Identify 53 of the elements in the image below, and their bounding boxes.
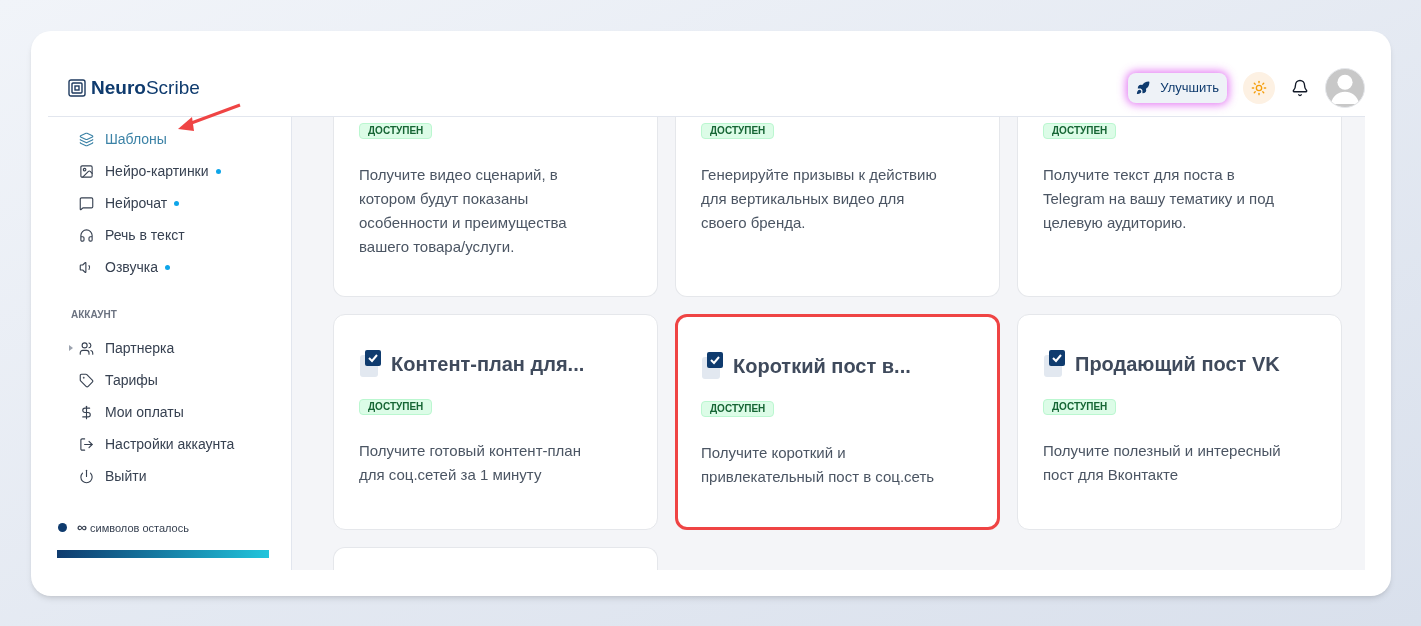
sidebar-item[interactable]: Озвучка (57, 251, 267, 283)
users-icon (79, 340, 94, 356)
dollar-icon (79, 404, 94, 420)
quota-text: ∞ символов осталось (77, 518, 189, 537)
template-card[interactable]: ДОСТУПЕН Генерируйте призывы к действию для вертикальных видео для своего бренда. (675, 117, 1000, 297)
card-description: Генерируйте призывы к действию для вертикальных видео для своего бренда. (701, 165, 938, 233)
template-card[interactable]: Контент-план для... ДОСТУПЕН Получите готовый контент-план для соц.сетей за 1 минуту (333, 314, 658, 530)
avatar-icon[interactable] (1325, 68, 1365, 108)
checkbox-icon (359, 349, 383, 379)
sidebar-item[interactable]: Нейро-картинки (57, 155, 267, 187)
status-badge: ДОСТУПЕН (1043, 399, 1117, 415)
power-icon (79, 468, 94, 484)
chat-bubble-icon (79, 195, 94, 211)
checkbox-icon (1043, 349, 1067, 379)
section-title: АККАУНТ (70, 308, 118, 322)
image-icon (79, 163, 94, 179)
sun-icon (1251, 80, 1267, 96)
status-badge: ДОСТУПЕН (359, 123, 433, 139)
sidebar-item[interactable]: Мои оплаты (57, 396, 267, 428)
template-card[interactable]: ДОСТУПЕН Получите видео сценарий, в котором будут показаны особенности и преимущества вашего товара/услуги. (333, 117, 658, 297)
sidebar-item[interactable]: Шаблоны (57, 123, 267, 155)
card-title: Контент-план для... (391, 352, 585, 377)
headphones-icon (79, 227, 94, 243)
template-card[interactable]: Короткий пост в... ДОСТУПЕН Получите короткий и привлекательный пост в соц.сеть (675, 314, 1000, 530)
theme-toggle-button[interactable] (1243, 72, 1275, 104)
template-card[interactable]: Продающий пост VK ДОСТУПЕН Получите полезный и интересный пост для Вконтакте (1017, 314, 1342, 530)
tag-icon (79, 372, 94, 388)
upgrade-button[interactable]: Улучшить (1128, 73, 1227, 103)
notifications-icon[interactable] (1291, 79, 1309, 97)
annotation-arrow (176, 103, 242, 133)
sidebar-item[interactable]: Партнерка (57, 332, 267, 364)
logo-icon (68, 79, 86, 97)
template-card[interactable]: ДОСТУПЕН Получите текст для поста в Telegram на вашу тематику и под целевую аудиторию. (1017, 117, 1342, 297)
logo-text: NeuroScribe (91, 75, 200, 100)
checkbox-icon (701, 351, 725, 381)
sidebar-item[interactable]: Речь в текст (57, 219, 267, 251)
rocket-icon (1136, 81, 1151, 95)
status-badge: ДОСТУПЕН (701, 401, 775, 417)
card-title: Короткий пост в... (733, 354, 911, 379)
card-description: Получите готовый контент-план для соц.сетей за 1 минуту (359, 441, 582, 485)
status-badge: ДОСТУПЕН (1043, 123, 1117, 139)
sidebar-item[interactable]: Тарифы (57, 364, 267, 396)
status-badge: ДОСТУПЕН (359, 399, 433, 415)
sidebar-item[interactable]: Настройки аккаунта (57, 428, 267, 460)
card-description: Получите видео сценарий, в котором будут показаны особенности и преимущества вашего товара/услуги. (359, 165, 568, 257)
card-description: Получите короткий и привлекательный пост в соц.сеть (701, 443, 936, 487)
status-badge: ДОСТУПЕН (701, 123, 775, 139)
card-title: Продающий пост VK (1075, 352, 1280, 377)
sidebar-item[interactable]: Выйти (57, 460, 267, 492)
card-description: Получите текст для поста в Telegram на вашу тематику и под целевую аудиторию. (1043, 165, 1275, 233)
layers-icon (79, 131, 94, 147)
card-description: Получите полезный и интересный пост для Вконтакте (1043, 441, 1282, 485)
sidebar-item[interactable]: Нейрочат (57, 187, 267, 219)
